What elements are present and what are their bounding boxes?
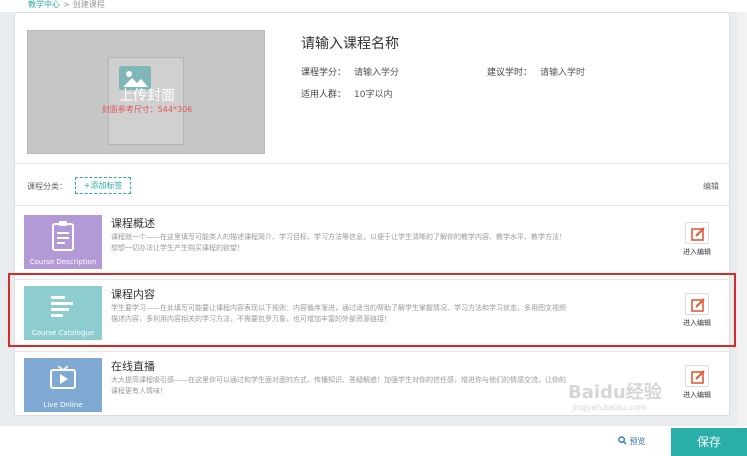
- hours-input[interactable]: 请输入学时: [540, 68, 585, 78]
- highlight-box: [8, 273, 736, 347]
- breadcrumb: 教学中心 > 创建课程: [28, 0, 105, 10]
- cover-upload-title: 上传封面: [119, 88, 175, 104]
- watermark-url: jingyan.baidu.com: [572, 403, 646, 412]
- credit-label: 课程学分：: [301, 68, 347, 78]
- enter-edit-label: 进入编辑: [683, 391, 711, 399]
- thumbnail-label: Live Online: [43, 401, 83, 409]
- thumbnail-label: Course Description: [29, 258, 97, 266]
- course-description-thumbnail: Course Description: [24, 215, 102, 269]
- section-title: 课程概述: [111, 217, 155, 230]
- top-bar: 教学中心 > 创建课程: [0, 0, 747, 12]
- add-tag-button[interactable]: +添加标签: [75, 177, 131, 194]
- enter-edit-button[interactable]: 进入编辑: [677, 365, 717, 400]
- section-title: 在线直播: [111, 360, 155, 373]
- section-description: 课程就一个——在这里填写可能类人的描述课程简介、学习目标、学习方法等信息，以便于…: [111, 233, 566, 252]
- hours-row: 建议学时： 请输入学时: [487, 65, 585, 78]
- cover-size-hint: 封面参考尺寸：544*306: [101, 105, 193, 114]
- watermark-logo: Baidu经验: [568, 382, 662, 403]
- live-online-thumbnail: Live Online: [24, 358, 102, 412]
- credit-input[interactable]: 请输入学分: [354, 68, 399, 78]
- enter-edit-button[interactable]: 进入编辑: [677, 222, 717, 257]
- category-label: 课程分类：: [27, 182, 67, 191]
- right-scroll-strip: [737, 12, 747, 426]
- divider: [15, 205, 731, 206]
- hours-label: 建议学时：: [487, 68, 533, 78]
- course-name-input[interactable]: 请输入课程名称: [301, 33, 399, 53]
- video-play-icon: [50, 365, 76, 389]
- section-description: 大大提高课程吸引感——在这里你可以通过和学生面对面的方式，传播知识、答疑解惑！加…: [111, 376, 566, 395]
- edit-icon: [685, 222, 709, 244]
- breadcrumb-separator: >: [63, 0, 70, 9]
- preview-button[interactable]: 预览: [618, 436, 646, 447]
- divider: [15, 163, 731, 164]
- audience-input[interactable]: 10字以内: [354, 90, 392, 100]
- edit-icon: [685, 365, 709, 387]
- category-edit-link[interactable]: 编辑: [703, 181, 719, 192]
- breadcrumb-parent-link[interactable]: 教学中心: [28, 0, 60, 9]
- search-icon: [618, 436, 627, 445]
- audience-label: 适用人群：: [301, 90, 347, 100]
- preview-label: 预览: [629, 437, 646, 446]
- enter-edit-label: 进入编辑: [683, 248, 711, 256]
- clipboard-icon: [52, 221, 74, 251]
- cover-upload-area[interactable]: 上传封面 封面参考尺寸：544*306: [27, 30, 265, 154]
- section-course-description: Course Description 课程概述 课程就一个——在这里填写可能类人…: [15, 210, 731, 276]
- audience-row: 适用人群： 10字以内: [301, 87, 392, 100]
- course-card: 上传封面 封面参考尺寸：544*306 请输入课程名称 课程学分： 请输入学分 建…: [14, 12, 731, 416]
- save-button[interactable]: 保存: [671, 428, 747, 456]
- breadcrumb-current: 创建课程: [72, 0, 105, 9]
- divider: [15, 351, 731, 352]
- credit-row: 课程学分： 请输入学分: [301, 65, 399, 78]
